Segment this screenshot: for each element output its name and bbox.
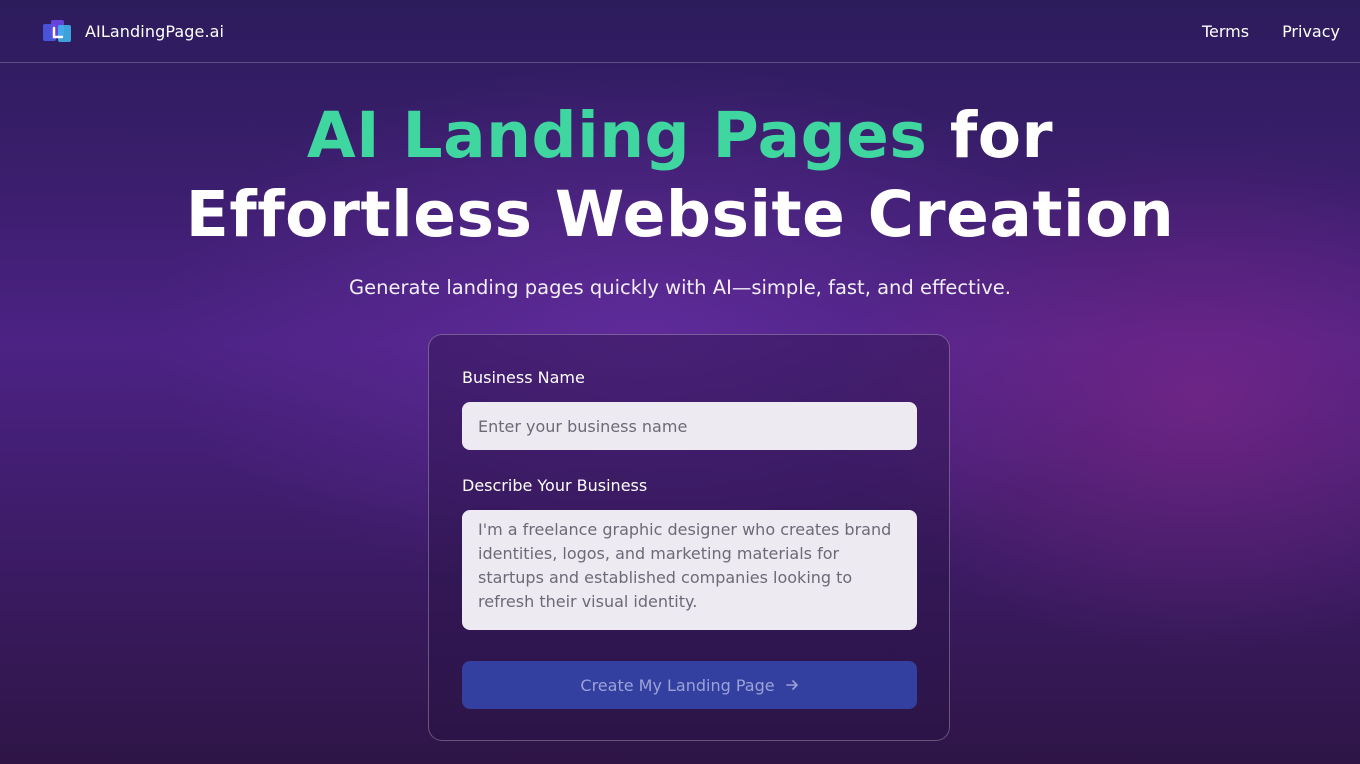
hero-title-rest: for	[927, 99, 1054, 172]
stacked-pages-logo-icon	[43, 20, 71, 42]
hero-title: AI Landing Pages for Effortless Website …	[0, 96, 1360, 254]
nav-link-privacy[interactable]: Privacy	[1282, 22, 1340, 41]
nav-link-terms[interactable]: Terms	[1202, 22, 1249, 41]
business-description-textarea[interactable]	[462, 510, 917, 630]
hero-title-accent: AI Landing Pages	[306, 99, 928, 172]
arrow-right-icon	[785, 680, 798, 690]
create-landing-page-label: Create My Landing Page	[580, 675, 775, 695]
business-name-input[interactable]	[462, 402, 917, 450]
business-description-label: Describe Your Business	[462, 476, 648, 495]
hero-subtitle: Generate landing pages quickly with AI—s…	[349, 276, 1011, 299]
brand[interactable]: AILandingPage.ai	[42, 18, 224, 44]
create-landing-page-button[interactable]: Create My Landing Page	[462, 661, 917, 709]
business-name-label: Business Name	[462, 368, 585, 387]
brand-name: AILandingPage.ai	[85, 21, 225, 41]
top-navigation: AILandingPage.ai Terms Privacy	[0, 0, 1360, 63]
header-nav: Terms Privacy	[1202, 22, 1340, 41]
hero-title-line2: Effortless Website Creation	[185, 178, 1175, 251]
generator-form-card: Business Name Describe Your Business Cre…	[428, 334, 950, 741]
